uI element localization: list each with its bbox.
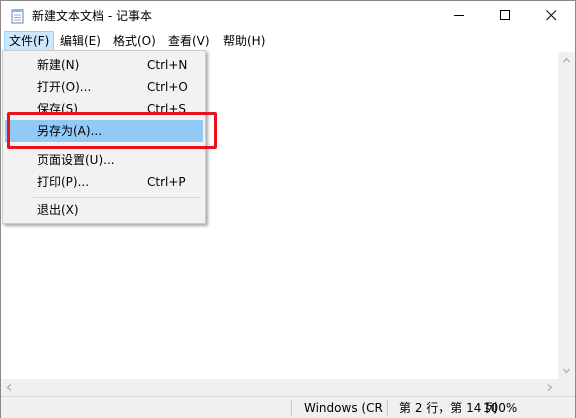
status-separator — [291, 400, 292, 416]
annotation-highlight-box — [7, 112, 217, 149]
menu-separator — [33, 197, 201, 198]
menu-help[interactable]: 帮助(H) — [219, 32, 269, 50]
scroll-left-arrow-icon — [6, 384, 12, 391]
maximize-icon — [500, 10, 510, 20]
scroll-right-button[interactable] — [541, 379, 558, 396]
menu-item-label: 页面设置(U)... — [37, 153, 115, 167]
status-separator — [387, 400, 388, 416]
close-icon — [546, 10, 557, 21]
status-bar: Windows (CR 第 2 行，第 14 列 100% — [1, 396, 575, 418]
menu-file[interactable]: 文件(F) — [4, 31, 55, 51]
scroll-up-arrow-icon — [563, 57, 570, 63]
window-title: 新建文本文档 - 记事本 — [32, 9, 152, 23]
menu-item-print[interactable]: 打印(P)... Ctrl+P — [5, 171, 203, 193]
maximize-button[interactable] — [483, 1, 529, 31]
menu-item-label: 打印(P)... — [37, 175, 90, 189]
scroll-down-arrow-icon — [563, 368, 570, 374]
scrollbar-corner — [558, 379, 575, 396]
menu-bar: 文件(F) 编辑(E) 格式(O) 查看(V) 帮助(H) — [1, 31, 575, 51]
notepad-app-icon — [11, 8, 25, 24]
scroll-left-button[interactable] — [1, 379, 18, 396]
scroll-right-arrow-icon — [547, 384, 553, 391]
menu-item-label: 退出(X) — [37, 203, 79, 217]
menu-item-label: 新建(N) — [37, 58, 80, 72]
menu-item-shortcut: Ctrl+N — [147, 58, 188, 72]
menu-item-shortcut: Ctrl+P — [147, 175, 186, 189]
menu-item-open[interactable]: 打开(O)... Ctrl+O — [5, 76, 203, 98]
menu-item-label: 打开(O)... — [37, 80, 92, 94]
close-button[interactable] — [529, 1, 575, 31]
menu-format[interactable]: 格式(O) — [109, 32, 160, 50]
menu-view[interactable]: 查看(V) — [164, 32, 214, 50]
vertical-scrollbar[interactable] — [558, 52, 575, 379]
horizontal-scrollbar[interactable] — [1, 379, 558, 396]
menu-edit[interactable]: 编辑(E) — [56, 32, 105, 50]
status-zoom: 100% — [483, 401, 518, 415]
menu-item-page-setup[interactable]: 页面设置(U)... — [5, 149, 203, 171]
minimize-icon — [454, 15, 464, 16]
menu-item-exit[interactable]: 退出(X) — [5, 199, 203, 221]
menu-item-new[interactable]: 新建(N) Ctrl+N — [5, 54, 203, 76]
minimize-button[interactable] — [437, 1, 483, 31]
scroll-down-button[interactable] — [558, 362, 575, 379]
scroll-up-button[interactable] — [558, 52, 575, 69]
status-encoding: Windows (CR — [304, 401, 383, 415]
title-bar[interactable]: 新建文本文档 - 记事本 — [1, 1, 575, 31]
menu-item-shortcut: Ctrl+O — [147, 80, 188, 94]
